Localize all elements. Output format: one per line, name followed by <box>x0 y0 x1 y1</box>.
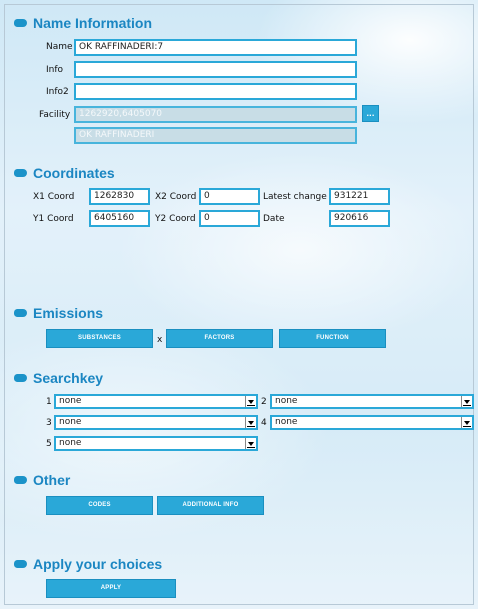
searchkey-4-number: 4 <box>261 418 267 428</box>
name-field[interactable]: OK RAFFINADERI:7 <box>74 39 357 56</box>
bullet-icon <box>14 309 27 317</box>
facility-field: 1262920,6405070 <box>74 106 357 123</box>
date-label: Date <box>263 214 285 224</box>
emissions-separator: x <box>157 335 163 345</box>
facility-lookup-button[interactable]: ... <box>362 105 379 122</box>
searchkey-3-select[interactable]: none <box>54 415 258 430</box>
searchkey-4-value: none <box>275 417 298 427</box>
bullet-icon <box>14 560 27 568</box>
searchkey-2-select[interactable]: none <box>270 394 474 409</box>
additional-info-button[interactable]: ADDITIONAL INFO <box>157 496 264 515</box>
date-field[interactable]: 920616 <box>329 210 390 227</box>
searchkey-3-number: 3 <box>46 418 52 428</box>
section-title-other: Other <box>33 472 71 488</box>
other-header: Other <box>14 472 70 488</box>
name-label: Name <box>46 42 73 52</box>
x1-coord-label: X1 Coord <box>33 192 75 202</box>
facility-label: Facility <box>39 110 71 120</box>
x2-coord-label: X2 Coord <box>155 192 197 202</box>
bullet-icon <box>14 374 27 382</box>
searchkey-2-value: none <box>275 396 298 406</box>
y1-coord-label: Y1 Coord <box>33 214 74 224</box>
facility-name-field: OK RAFFINADERI <box>74 127 357 144</box>
codes-button[interactable]: CODES <box>46 496 153 515</box>
dropdown-arrow-icon[interactable] <box>461 417 472 428</box>
latest-change-field[interactable]: 931221 <box>329 188 390 205</box>
searchkey-5-value: none <box>59 438 82 448</box>
y2-coord-field[interactable]: 0 <box>199 210 260 227</box>
dropdown-arrow-icon[interactable] <box>245 438 256 449</box>
emissions-header: Emissions <box>14 305 103 321</box>
section-title-searchkey: Searchkey <box>33 370 104 386</box>
bullet-icon <box>14 19 27 27</box>
searchkey-5-select[interactable]: none <box>54 436 258 451</box>
section-title-apply: Apply your choices <box>33 556 163 572</box>
name-information-header: Name Information <box>14 15 152 31</box>
searchkey-header: Searchkey <box>14 370 103 386</box>
dropdown-arrow-icon[interactable] <box>245 417 256 428</box>
x2-coord-field[interactable]: 0 <box>199 188 260 205</box>
function-button[interactable]: FUNCTION <box>279 329 386 348</box>
x1-coord-field[interactable]: 1262830 <box>89 188 150 205</box>
section-title-coordinates: Coordinates <box>33 165 115 181</box>
factors-button[interactable]: FACTORS <box>166 329 273 348</box>
bullet-icon <box>14 476 27 484</box>
y2-coord-label: Y2 Coord <box>155 214 196 224</box>
searchkey-1-select[interactable]: none <box>54 394 258 409</box>
searchkey-5-number: 5 <box>46 439 52 449</box>
coordinates-header: Coordinates <box>14 165 115 181</box>
searchkey-1-number: 1 <box>46 397 52 407</box>
section-title-name-information: Name Information <box>33 15 153 31</box>
y1-coord-field[interactable]: 6405160 <box>89 210 150 227</box>
dropdown-arrow-icon[interactable] <box>245 396 256 407</box>
searchkey-1-value: none <box>59 396 82 406</box>
info2-field[interactable] <box>74 83 357 100</box>
searchkey-2-number: 2 <box>261 397 267 407</box>
section-title-emissions: Emissions <box>33 305 104 321</box>
info-label: Info <box>46 65 64 75</box>
latest-change-label: Latest change <box>263 192 327 202</box>
info2-label: Info2 <box>46 87 69 97</box>
substances-button[interactable]: SUBSTANCES <box>46 329 153 348</box>
bullet-icon <box>14 169 27 177</box>
apply-header: Apply your choices <box>14 556 162 572</box>
dropdown-arrow-icon[interactable] <box>461 396 472 407</box>
info-field[interactable] <box>74 61 357 78</box>
searchkey-4-select[interactable]: none <box>270 415 474 430</box>
searchkey-3-value: none <box>59 417 82 427</box>
apply-button[interactable]: APPLY <box>46 579 176 598</box>
